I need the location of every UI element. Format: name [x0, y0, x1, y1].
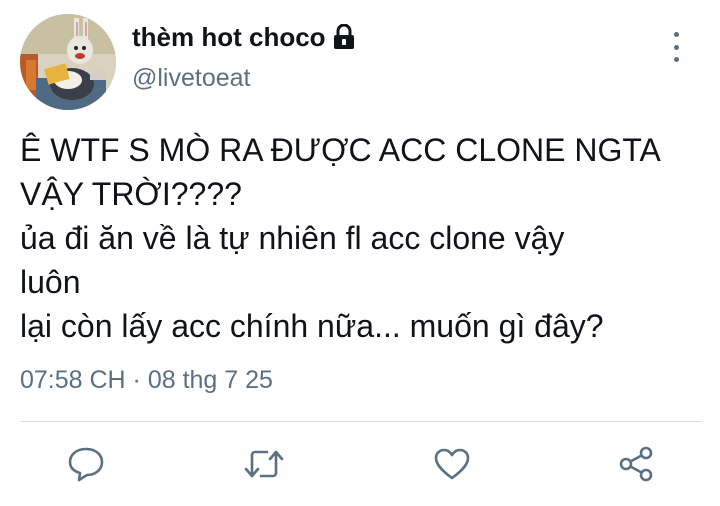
tweet-timestamp[interactable]: 07:58 CH · 08 thg 7 25	[20, 366, 273, 395]
tweet-text-line: luôn	[20, 264, 81, 300]
tweet-text-line: ủa đi ăn về là tự nhiên fl acc clone vậy	[20, 220, 565, 256]
tweet-text-line: Ê WTF S MÒ RA ĐƯỢC ACC CLONE NGTA	[20, 132, 661, 168]
tweet-text-line: lại còn lấy acc chính nữa... muốn gì đây…	[20, 308, 604, 344]
reply-icon[interactable]	[62, 440, 110, 488]
tweet-text-line: VẬY TRỜI????	[20, 176, 242, 212]
more-vertical-icon[interactable]	[666, 32, 686, 62]
tweet-text: Ê WTF S MÒ RA ĐƯỢC ACC CLONE NGTA VẬY TR…	[20, 128, 710, 348]
action-bar	[0, 440, 720, 496]
divider	[20, 421, 702, 422]
avatar[interactable]	[20, 14, 116, 110]
author-handle[interactable]: @livetoeat	[132, 64, 356, 93]
share-icon[interactable]	[612, 440, 660, 488]
retweet-icon[interactable]	[240, 440, 288, 488]
author-names: thèm hot choco @livetoeat	[132, 20, 356, 93]
lock-icon	[332, 23, 356, 50]
author-display-name[interactable]: thèm hot choco	[132, 20, 356, 54]
tweet-header: thèm hot choco @livetoeat	[20, 14, 700, 110]
like-icon[interactable]	[428, 440, 476, 488]
